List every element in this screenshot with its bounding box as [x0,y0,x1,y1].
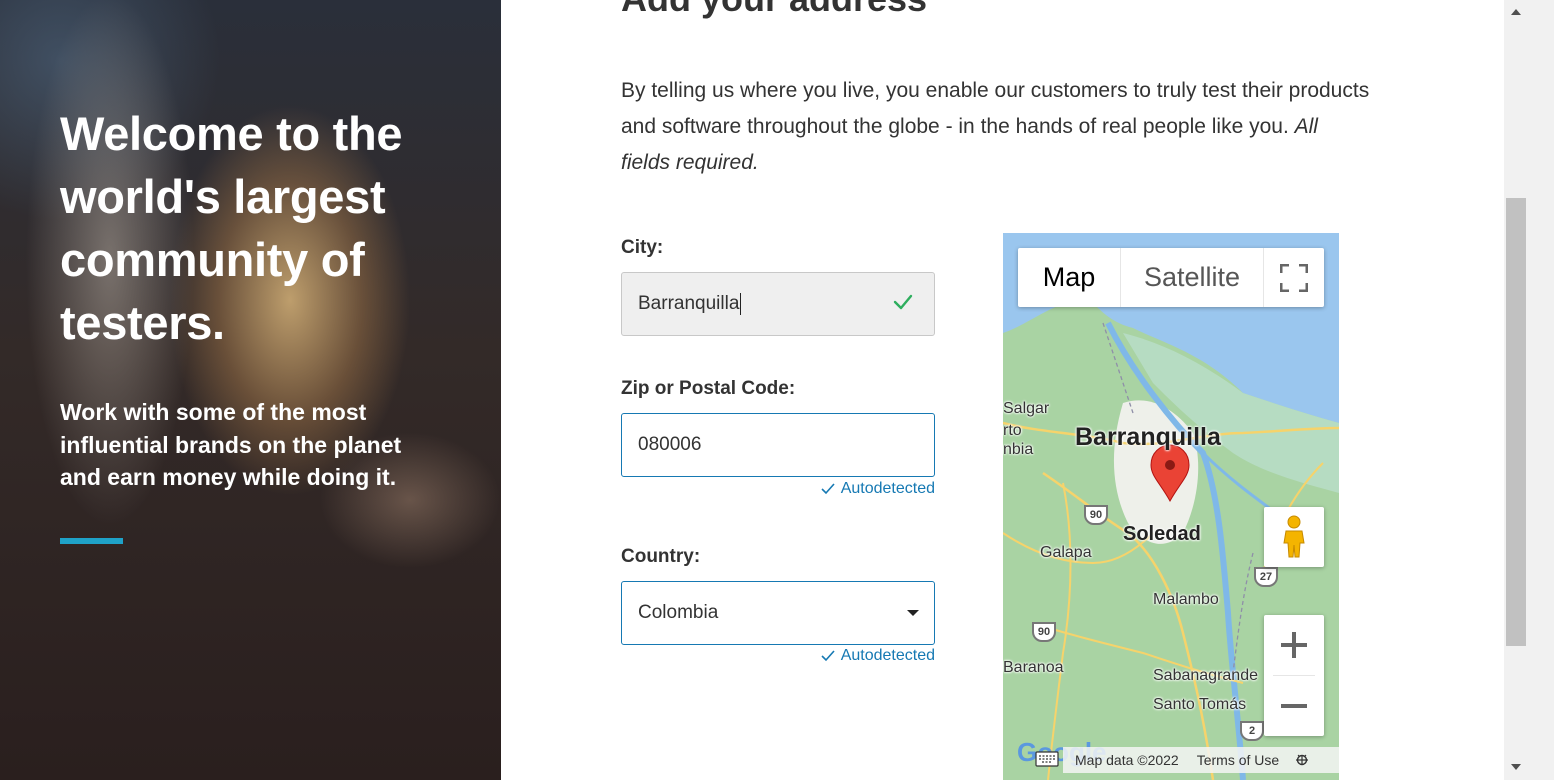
country-label: Country: [621,546,701,567]
city-input[interactable]: Barranquilla [621,272,935,336]
check-icon [821,483,835,495]
map-label-galapa: Galapa [1040,544,1092,561]
tab-satellite[interactable]: Satellite [1120,248,1263,307]
scroll-down-arrow-icon[interactable] [1511,764,1521,770]
keyboard-shortcuts-button[interactable] [1035,750,1059,770]
route-shield: 90 [1032,622,1056,642]
page-title: Add your address [621,0,927,20]
bug-icon [1296,754,1309,765]
country-autodetected-text: Autodetected [840,647,935,664]
chevron-down-icon [907,610,919,616]
hero-panel: Welcome to the world's largest community… [0,0,501,780]
hero-accent-bar [60,538,123,544]
street-view-button[interactable] [1264,507,1324,567]
scrollbar-thumb[interactable] [1506,198,1526,646]
zoom-out-button[interactable] [1264,676,1324,736]
map-label-baranoa: Baranoa [1003,659,1064,676]
map-label-malambo: Malambo [1153,591,1219,608]
map-label-puerto: rto [1003,422,1022,439]
fullscreen-button[interactable] [1263,248,1323,307]
plus-icon [1281,632,1307,658]
zip-value: 080006 [638,434,702,455]
scroll-up-arrow-icon[interactable] [1511,9,1521,15]
pegman-icon [1283,515,1305,558]
zip-autodetected-text: Autodetected [840,480,935,497]
map-label-barranquilla: Barranquilla [1075,423,1221,451]
map-footer: Map data ©2022 Terms of Use [1003,747,1339,773]
hero-title: Welcome to the world's largest community… [60,107,403,349]
keyboard-icon [1035,750,1059,767]
route-shield: 90 [1084,505,1108,525]
city-value: Barranquilla [638,293,740,314]
page-scrollbar[interactable] [1504,0,1554,780]
intro-text: By telling us where you live, you enable… [621,73,1371,181]
text-caret [740,293,742,315]
minus-icon [1281,704,1307,708]
map-label-salgar: Salgar [1003,400,1050,417]
map-label-colombia: nbia [1003,441,1034,458]
terms-of-use-link[interactable]: Terms of Use [1197,752,1279,768]
report-error-button[interactable] [1295,752,1309,769]
zip-autodetected: Autodetected [821,480,935,498]
map-label-sabanagrande: Sabanagrande [1153,667,1258,684]
tab-map[interactable]: Map [1018,248,1120,307]
map-label-soledad: Soledad [1123,523,1201,545]
city-label: City: [621,237,664,258]
check-icon [893,294,913,310]
check-icon [821,650,835,662]
map-data-attribution: Map data ©2022 [1075,752,1179,768]
hero-subtitle: Work with some of the most influential b… [60,399,402,490]
map-widget[interactable]: Google Barranquilla Soledad Salgar rto n… [1003,233,1339,780]
intro-body: By telling us where you live, you enable… [621,79,1370,138]
route-shield: 27 [1254,567,1278,587]
country-select[interactable]: Colombia [621,581,935,645]
country-autodetected: Autodetected [821,647,935,665]
country-value: Colombia [638,602,719,623]
fullscreen-icon [1279,263,1308,292]
map-type-control: Map Satellite [1018,248,1324,307]
zoom-in-button[interactable] [1264,615,1324,675]
zoom-control [1264,615,1324,736]
map-label-santo-tomas: Santo Tomás [1153,696,1247,713]
zip-input[interactable]: 080006 [621,413,935,477]
zip-label: Zip or Postal Code: [621,378,796,399]
route-shield: 2 [1240,721,1264,741]
